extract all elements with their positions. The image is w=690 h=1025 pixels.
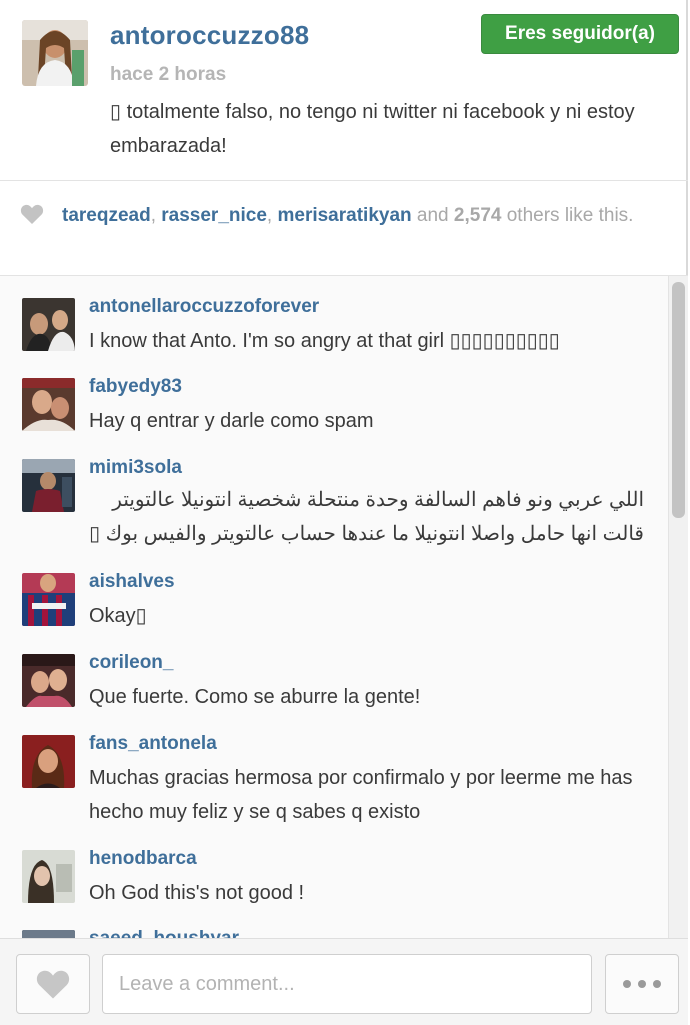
likes-separator: , xyxy=(266,205,278,226)
commenter-avatar[interactable] xyxy=(22,930,75,938)
comment-item: fans_antonela Muchas gracias hermosa por… xyxy=(0,733,668,847)
comment-text: اللي عربي ونو فاهم السالفة وحدة منتحلة ش… xyxy=(89,489,644,545)
comment-text: Oh God this's not good ! xyxy=(89,882,305,904)
like-button[interactable] xyxy=(16,954,90,1014)
liker-link[interactable]: rasser_nice xyxy=(161,205,267,226)
comment-username[interactable]: corileon_ xyxy=(89,652,173,674)
heart-icon xyxy=(36,970,70,999)
more-dots-icon xyxy=(653,980,661,988)
owner-avatar[interactable] xyxy=(22,20,88,86)
comment-username[interactable]: henodbarca xyxy=(89,848,197,870)
likes-summary: tareqzead, rasser_nice, merisaratikyan a… xyxy=(62,202,677,230)
likes-section: tareqzead, rasser_nice, merisaratikyan a… xyxy=(0,180,688,276)
comment-text: Muchas gracias hermosa por confirmalo y … xyxy=(89,767,633,823)
comment-item: henodbarca Oh God this's not good ! xyxy=(0,848,668,928)
commenter-avatar[interactable] xyxy=(22,459,75,512)
comment-username[interactable]: antonellaroccuzzoforever xyxy=(89,296,319,318)
comment-footer xyxy=(0,938,688,1025)
comment-item: corileon_ Que fuerte. Como se aburre la … xyxy=(0,652,668,732)
likes-separator: , xyxy=(150,205,162,226)
post-header: antoroccuzzo88 hace 2 horas ▯ totalmente… xyxy=(0,0,688,181)
comment-username[interactable]: fans_antonela xyxy=(89,733,217,755)
comment-text: Okay▯ xyxy=(89,605,147,627)
heart-icon xyxy=(20,204,44,224)
comments-list[interactable]: antonellaroccuzzoforever I know that Ant… xyxy=(0,276,668,938)
comment-item: antonellaroccuzzoforever I know that Ant… xyxy=(0,296,668,376)
comment-item: saeed_houshyar xyxy=(0,928,668,938)
comment-username[interactable]: fabyedy83 xyxy=(89,376,182,398)
owner-username[interactable]: antoroccuzzo88 xyxy=(110,20,309,51)
comment-item: aishalves Okay▯ xyxy=(0,571,668,651)
comment-text: I know that Anto. I'm so angry at that g… xyxy=(89,330,560,352)
more-dots-icon xyxy=(623,980,631,988)
comment-username[interactable]: mimi3sola xyxy=(89,457,182,479)
commenter-avatar[interactable] xyxy=(22,298,75,351)
comments-scrollbar[interactable] xyxy=(668,276,688,938)
post-caption: ▯ totalmente falso, no tengo ni twitter … xyxy=(110,101,635,157)
comment-text: Hay q entrar y darle como spam xyxy=(89,410,374,432)
likes-and: and xyxy=(411,205,454,226)
comment-input[interactable] xyxy=(102,954,592,1014)
liker-link[interactable]: merisaratikyan xyxy=(277,205,411,226)
comment-username[interactable]: aishalves xyxy=(89,571,175,593)
comment-item: mimi3sola اللي عربي ونو فاهم السالفة وحد… xyxy=(0,457,668,571)
commenter-avatar[interactable] xyxy=(22,573,75,626)
comment-item: fabyedy83 Hay q entrar y darle como spam xyxy=(0,376,668,456)
commenter-avatar[interactable] xyxy=(22,378,75,431)
commenter-avatar[interactable] xyxy=(22,850,75,903)
likes-suffix: others like this. xyxy=(501,205,634,226)
commenter-avatar[interactable] xyxy=(22,654,75,707)
more-dots-icon xyxy=(638,980,646,988)
comment-text: Que fuerte. Como se aburre la gente! xyxy=(89,686,421,708)
commenter-avatar[interactable] xyxy=(22,735,75,788)
scrollbar-thumb[interactable] xyxy=(672,282,685,518)
comment-username[interactable]: saeed_houshyar xyxy=(89,928,239,938)
post-timestamp: hace 2 horas xyxy=(110,64,227,85)
more-options-button[interactable] xyxy=(605,954,679,1014)
following-button[interactable]: Eres seguidor(a) xyxy=(481,14,679,54)
likes-count[interactable]: 2,574 xyxy=(454,205,502,226)
liker-link[interactable]: tareqzead xyxy=(62,205,151,226)
